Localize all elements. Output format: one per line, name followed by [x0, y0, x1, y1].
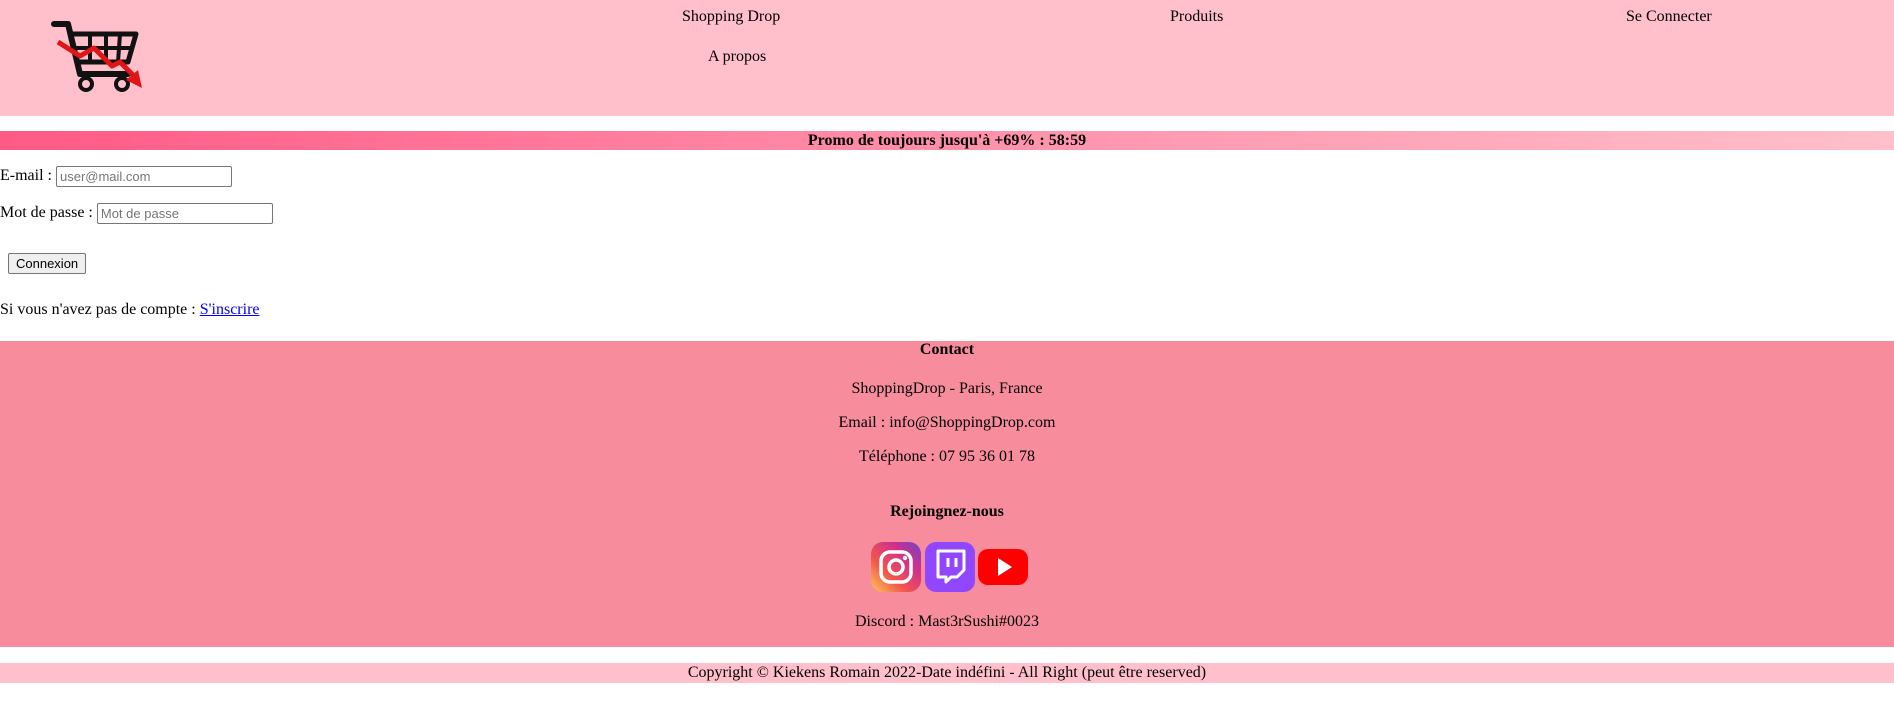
password-input[interactable] — [96, 203, 273, 224]
email-row: E-mail : — [0, 166, 232, 187]
signup-row: Si vous n'avez pas de compte : S'inscrir… — [0, 301, 260, 319]
nav-products[interactable]: Produits — [1170, 8, 1223, 26]
header: Shopping Drop Produits Se Connecter A pr… — [0, 0, 1894, 116]
contact-discord: Discord : Mast3rSushi#0023 — [855, 613, 1039, 630]
join-title: Rejoingnez-nous — [890, 503, 1004, 520]
signup-link[interactable]: S'inscrire — [200, 301, 260, 318]
twitch-link[interactable] — [925, 542, 975, 592]
email-input[interactable] — [55, 166, 232, 187]
contact-email: Email : info@ShoppingDrop.com — [838, 414, 1056, 431]
signup-prompt: Si vous n'avez pas de compte : — [0, 301, 200, 318]
twitch-icon — [925, 542, 975, 592]
nav-about[interactable]: A propos — [708, 48, 766, 66]
shopping-cart-down-arrow-icon — [51, 21, 142, 92]
copyright-text: Copyright © Kiekens Romain 2022-Date ind… — [687, 664, 1207, 681]
youtube-icon — [978, 549, 1028, 585]
email-label: E-mail : — [0, 167, 56, 185]
promo-banner: Promo de toujours jusqu'à +69% : 58:59 — [0, 131, 1894, 150]
contact-address: ShoppingDrop - Paris, France — [851, 380, 1043, 397]
login-button[interactable]: Connexion — [8, 253, 87, 274]
contact-phone: Téléphone : 07 95 36 01 78 — [859, 448, 1035, 465]
contact-section: Contact ShoppingDrop - Paris, France Ema… — [0, 341, 1894, 647]
copyright-bar: Copyright © Kiekens Romain 2022-Date ind… — [0, 663, 1894, 683]
promo-text: Promo de toujours jusqu'à +69% : 58:59 — [807, 132, 1087, 149]
social-links — [871, 542, 1031, 594]
password-label: Mot de passe : — [0, 204, 97, 222]
instagram-link[interactable] — [871, 542, 921, 592]
contact-title: Contact — [919, 341, 975, 358]
youtube-link[interactable] — [978, 542, 1028, 592]
password-row: Mot de passe : — [0, 203, 273, 224]
instagram-icon — [871, 542, 921, 592]
logo[interactable] — [50, 18, 146, 94]
nav-login[interactable]: Se Connecter — [1626, 8, 1712, 26]
nav-shopping-drop[interactable]: Shopping Drop — [682, 8, 780, 26]
